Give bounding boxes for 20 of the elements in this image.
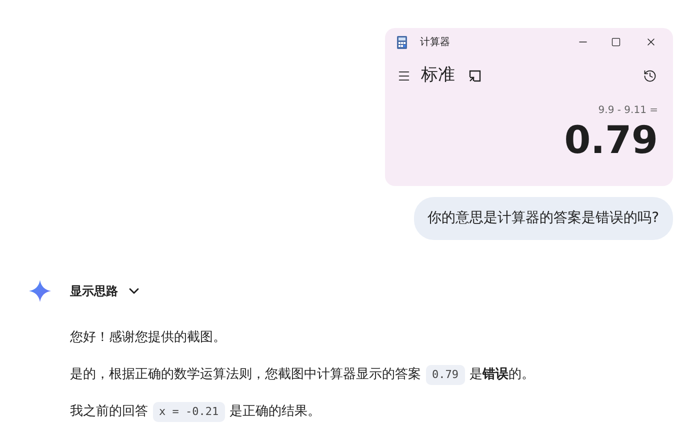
history-icon[interactable] bbox=[643, 68, 657, 83]
response-text: 是错误的。 bbox=[470, 366, 534, 384]
calculator-icon bbox=[397, 36, 407, 48]
maximize-icon[interactable] bbox=[611, 37, 621, 47]
expression-text: 9.9 - 9.11 = bbox=[598, 104, 658, 118]
mode-title: 标准 bbox=[421, 64, 455, 87]
menu-icon[interactable] bbox=[397, 68, 411, 83]
keep-on-top-icon[interactable] bbox=[469, 70, 481, 82]
sparkle-icon bbox=[29, 280, 51, 302]
inline-code: x = -0.21 bbox=[153, 402, 225, 422]
close-icon[interactable] bbox=[645, 36, 657, 48]
show-thinking-toggle[interactable]: 显示思路 bbox=[70, 282, 142, 300]
response-text: 是正确的结果。 bbox=[230, 403, 321, 422]
response-text: 我之前的回答 bbox=[70, 403, 148, 422]
response-text: 您好！感谢您提供的截图。 bbox=[70, 329, 226, 348]
user-message-bubble: 你的意思是计算器的答案是错误的吗? bbox=[414, 197, 673, 240]
response-text: 是的，根据正确的数学运算法则，您截图中计算器显示的答案 bbox=[70, 366, 421, 384]
result-display: 0.79 bbox=[564, 118, 658, 162]
window-title: 计算器 bbox=[420, 36, 450, 50]
inline-code: 0.79 bbox=[426, 364, 464, 386]
